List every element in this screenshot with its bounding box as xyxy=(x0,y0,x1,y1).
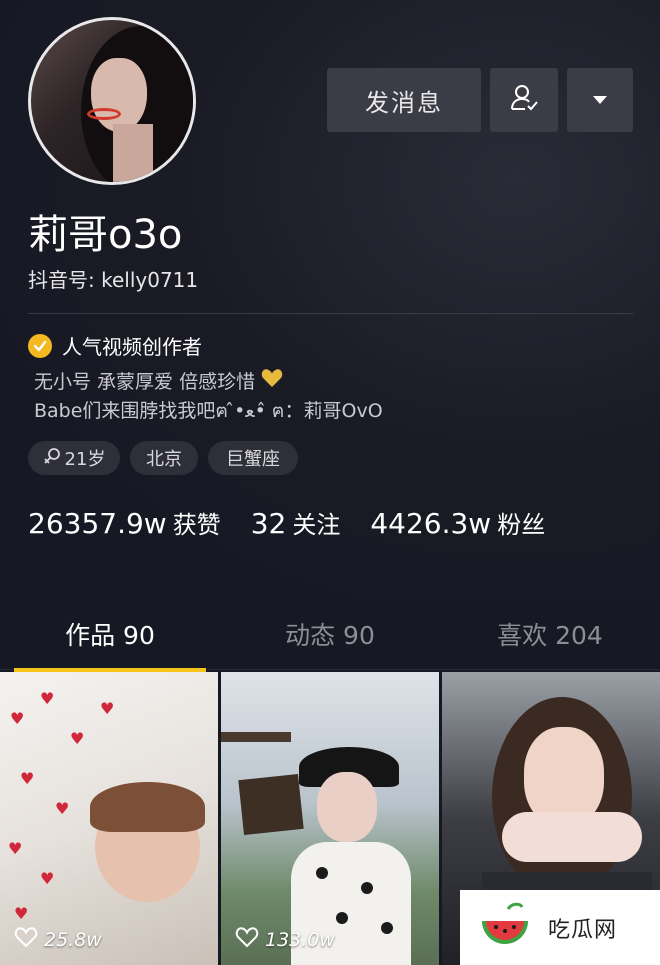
more-options-button[interactable] xyxy=(567,68,633,132)
likes-label: 获赞 xyxy=(172,511,221,539)
send-message-label: 发消息 xyxy=(365,88,443,117)
video-likes: 133.0w xyxy=(265,928,335,951)
tag-age: 21岁 xyxy=(28,441,120,475)
bio-line-2: Babe们来围脖找我吧ฅ ̂•ﻌ• ̂ฅ：莉哥OvO xyxy=(34,400,383,422)
watermark-text: 吃瓜网 xyxy=(548,917,618,943)
verified-check-icon xyxy=(28,333,52,358)
verified-row: 人气视频创作者 xyxy=(28,331,202,360)
user-check-icon xyxy=(509,83,539,117)
tab-activity[interactable]: 动态 90 xyxy=(220,598,440,670)
tab-likes[interactable]: 喜欢 204 xyxy=(440,598,660,670)
watermark: 吃瓜网 xyxy=(460,890,660,965)
profile-nickname: 莉哥o3o xyxy=(28,212,183,258)
send-message-button[interactable]: 发消息 xyxy=(327,68,481,132)
chevron-down-icon xyxy=(593,96,607,104)
tag-city: 北京 xyxy=(130,441,198,475)
bio: 无小号 承蒙厚爱 倍感珍惜 Babe们来围脖找我吧ฅ ̂•ﻌ• ̂ฅ：莉哥OvO xyxy=(34,368,383,426)
watermelon-logo-icon xyxy=(476,897,534,959)
tag-zodiac: 巨蟹座 xyxy=(208,441,298,475)
verified-label: 人气视频创作者 xyxy=(62,335,202,359)
tab-works[interactable]: 作品 90 xyxy=(0,598,220,670)
heart-outline-icon xyxy=(235,926,259,953)
female-icon xyxy=(43,447,61,470)
video-likes: 25.8w xyxy=(44,928,102,951)
content-tabs: 作品 90 动态 90 喜欢 204 xyxy=(0,598,660,670)
video-like-count: 133.0w xyxy=(235,926,335,953)
followers-count[interactable]: 4426.3w xyxy=(370,507,491,540)
video-like-count: 25.8w xyxy=(14,926,102,953)
video-thumbnail[interactable]: ♥ ♥ ♥ ♥ ♥ ♥ ♥ ♥ ♥ 25.8w xyxy=(0,672,218,965)
divider xyxy=(28,313,633,314)
following-count[interactable]: 32 xyxy=(251,507,287,540)
tag-age-label: 21岁 xyxy=(64,449,106,470)
likes-count: 26357.9w xyxy=(28,507,167,540)
followed-user-button[interactable] xyxy=(490,68,558,132)
followers-label[interactable]: 粉丝 xyxy=(497,505,545,540)
douyin-id: 抖音号: kelly0711 xyxy=(28,268,199,292)
tag-zodiac-label: 巨蟹座 xyxy=(226,449,280,470)
bio-line-1: 无小号 承蒙厚爱 倍感珍惜 xyxy=(34,371,256,393)
following-label[interactable]: 关注 xyxy=(292,505,340,540)
video-thumbnail[interactable]: 133.0w xyxy=(221,672,439,965)
yellow-heart-icon xyxy=(261,368,283,397)
stats-row: 26357.9w 获赞 32 关注 4426.3w 粉丝 xyxy=(28,505,545,540)
heart-outline-icon xyxy=(14,926,38,953)
avatar[interactable] xyxy=(28,17,196,185)
tag-city-label: 北京 xyxy=(146,449,182,470)
